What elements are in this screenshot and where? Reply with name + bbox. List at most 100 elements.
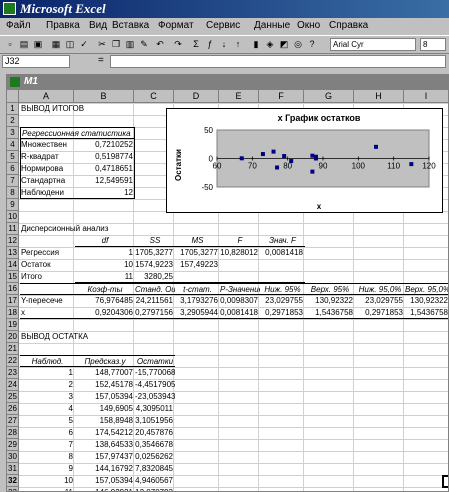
row-header-15[interactable]: 15 (7, 271, 19, 283)
resid-cell[interactable]: 6 (20, 427, 75, 439)
anova-cell[interactable]: 157,49223 (175, 259, 220, 271)
row-header-16[interactable]: 16 (7, 283, 19, 295)
row-header-4[interactable]: 4 (7, 139, 19, 151)
menu-edit[interactable]: Правка (46, 20, 80, 31)
coef-header[interactable]: Верх. 95,0% (405, 283, 448, 295)
reg-stats-header[interactable]: Регрессионная статистика (20, 127, 135, 139)
selected-cell-j32[interactable] (442, 475, 448, 488)
row-header-14[interactable]: 14 (7, 259, 19, 271)
row-header-22[interactable]: 22 (7, 355, 19, 367)
save-icon[interactable]: ▣ (32, 38, 44, 50)
column-header-b[interactable]: B (74, 90, 134, 103)
resid-cell[interactable]: 4,9460567 (135, 475, 175, 487)
menu-insert[interactable]: Вставка (112, 20, 149, 31)
anova-header[interactable]: F (220, 235, 260, 247)
row-header-32[interactable]: 32 (7, 475, 19, 487)
coef-header[interactable]: Станд. Ош. (135, 283, 175, 295)
anova-cell[interactable] (260, 259, 305, 271)
resid-header[interactable]: Наблюд. (20, 355, 75, 367)
resid-cell[interactable]: -15,770068 (135, 367, 175, 379)
coef-header[interactable]: P-Значение (220, 283, 260, 295)
anova-cell[interactable]: Регрессия (20, 247, 75, 259)
coef-cell[interactable]: 0,0098307 (220, 295, 260, 307)
anova-header[interactable]: MS (175, 235, 220, 247)
resid-cell[interactable]: 4,3095011 (135, 403, 175, 415)
column-header-d[interactable]: D (174, 90, 219, 103)
reg-label[interactable]: R-квадрат (20, 151, 75, 163)
anova-cell[interactable]: 0,0081418 (260, 247, 305, 259)
resid-cell[interactable]: 0,0256262 (135, 451, 175, 463)
anova-cell[interactable]: 3280,25 (135, 271, 175, 283)
row-header-10[interactable]: 10 (7, 211, 19, 223)
print-icon[interactable]: ▦ (50, 38, 62, 50)
coef-cell[interactable]: 3,2905944 (175, 307, 220, 319)
resid-cell[interactable]: 1 (20, 367, 75, 379)
resid-cell[interactable]: -23,053943 (135, 391, 175, 403)
resid-cell[interactable]: 138,64533 (75, 439, 135, 451)
row-header-20[interactable]: 20 (7, 331, 19, 343)
paste-icon[interactable]: ▥ (124, 38, 136, 50)
anova-cell[interactable] (220, 271, 260, 283)
resid-cell[interactable]: 144,16792 (75, 463, 135, 475)
anova-cell[interactable] (175, 271, 220, 283)
row-header-19[interactable]: 19 (7, 319, 19, 331)
coef-cell[interactable]: 23,029755 (355, 295, 405, 307)
coef-cell[interactable]: 0,9204306 (75, 307, 135, 319)
menu-view[interactable]: Вид (89, 20, 107, 31)
formula-input[interactable] (110, 55, 446, 68)
reg-label[interactable]: Множествен (20, 139, 75, 151)
anova-title[interactable]: Дисперсионный анализ (20, 223, 120, 235)
row-header-2[interactable]: 2 (7, 115, 19, 127)
open-icon[interactable]: ▤ (18, 38, 30, 50)
resid-cell[interactable]: 3,1051956 (135, 415, 175, 427)
anova-cell[interactable]: Итого (20, 271, 75, 283)
resid-cell[interactable]: 152,45178 (75, 379, 135, 391)
anova-cell[interactable]: Остаток (20, 259, 75, 271)
copy-icon[interactable]: ❐ (110, 38, 122, 50)
row-header-33[interactable]: 33 (7, 487, 19, 491)
row-header-1[interactable]: 1 (7, 103, 19, 115)
resid-cell[interactable]: 148,77007 (75, 367, 135, 379)
coef-cell[interactable]: 3,1793276 (175, 295, 220, 307)
zoom-icon[interactable]: ◎ (292, 38, 304, 50)
coef-cell[interactable]: Y-пересече (20, 295, 75, 307)
reg-value[interactable]: 12 (75, 187, 135, 199)
resid-header[interactable]: Предсказ.у (75, 355, 135, 367)
coef-header[interactable]: t-стат. (175, 283, 220, 295)
anova-cell[interactable]: 1705,3277 (175, 247, 220, 259)
row-header-11[interactable]: 11 (7, 223, 19, 235)
sort-desc-icon[interactable]: ↑ (232, 38, 244, 50)
coef-header[interactable]: Ниж. 95,0% (355, 283, 405, 295)
resid-cell[interactable]: 9 (20, 463, 75, 475)
row-header-29[interactable]: 29 (7, 439, 19, 451)
row-header-5[interactable]: 5 (7, 151, 19, 163)
resid-cell[interactable]: 11 (20, 487, 75, 491)
coef-header[interactable]: Коэф-ты (75, 283, 135, 295)
resid-cell[interactable]: 146,92921 (75, 487, 135, 491)
row-header-23[interactable]: 23 (7, 367, 19, 379)
resid-cell[interactable]: 8 (20, 451, 75, 463)
help-icon[interactable]: ? (306, 38, 318, 50)
map-icon[interactable]: ◈ (264, 38, 276, 50)
chart-wizard-icon[interactable]: ▮ (250, 38, 262, 50)
row-header-21[interactable]: 21 (7, 343, 19, 355)
coef-cell[interactable]: 130,92322 (305, 295, 355, 307)
menu-format[interactable]: Формат (158, 20, 194, 31)
coef-cell[interactable]: 0,2971853 (355, 307, 405, 319)
resid-cell[interactable]: 10 (20, 475, 75, 487)
column-header-h[interactable]: H (354, 90, 404, 103)
row-header-9[interactable]: 9 (7, 199, 19, 211)
coef-cell[interactable]: 23,029755 (260, 295, 305, 307)
menu-tools[interactable]: Сервис (206, 20, 240, 31)
coef-cell[interactable]: 0,2797156 (135, 307, 175, 319)
row-header-24[interactable]: 24 (7, 379, 19, 391)
row-header-28[interactable]: 28 (7, 427, 19, 439)
row-header-8[interactable]: 8 (7, 187, 19, 199)
drawing-icon[interactable]: ◩ (278, 38, 290, 50)
column-header-i[interactable]: I (404, 90, 448, 103)
reg-value[interactable]: 0,7210252 (75, 139, 135, 151)
resid-cell[interactable]: 2 (20, 379, 75, 391)
resid-cell[interactable]: 0,3546678 (135, 439, 175, 451)
preview-icon[interactable]: ◫ (64, 38, 76, 50)
anova-cell[interactable]: 10,828012 (220, 247, 260, 259)
